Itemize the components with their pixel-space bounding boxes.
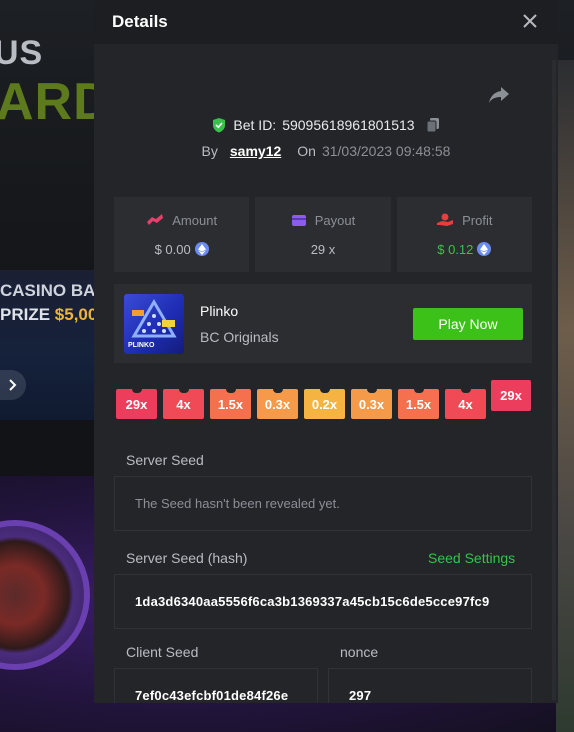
share-button[interactable] (488, 86, 512, 106)
chevron-right-icon (9, 379, 17, 391)
copy-icon[interactable] (425, 117, 441, 133)
modal-title: Details (112, 12, 168, 31)
multiplier-chip: 0.2x (304, 389, 345, 419)
eth-coin-icon (194, 242, 209, 256)
profit-icon (437, 213, 454, 226)
thumb-label: PLINKO (128, 342, 155, 349)
payout-label: Payout (314, 212, 356, 228)
by-label: By (201, 143, 218, 159)
banner-prize-value: $5,00 (54, 305, 98, 324)
bet-stats: Amount $ 0.00 Payout 29 x Profit $ 0.12 (114, 197, 532, 272)
modal-header: Details (94, 0, 558, 44)
game-card: PLINKO Plinko BC Originals Play Now (114, 284, 532, 363)
close-icon (523, 14, 537, 28)
close-button[interactable] (520, 12, 540, 32)
multiplier-row: 29x 4x 1.5x 0.3x 0.2x 0.3x 1.5x 4x 29x (116, 380, 536, 420)
nonce-field[interactable]: 297 (328, 668, 532, 703)
client-seed-field[interactable]: 7ef0c43efcbf01de84f26e (114, 668, 318, 703)
amount-value: $ 0.00 (154, 241, 191, 257)
details-modal: Details Bet ID: 59095618961801513 By sam… (94, 0, 558, 703)
play-now-button[interactable]: Play Now (413, 308, 523, 340)
multiplier-chip: 0.3x (257, 389, 298, 419)
bet-id-row: Bet ID: 59095618961801513 (94, 117, 558, 133)
profit-stat: Profit $ 0.12 (396, 197, 532, 272)
shield-check-icon (213, 118, 226, 133)
multiplier-chip: 29x (491, 380, 531, 411)
server-seed-hash-field[interactable]: 1da3d6340aa5556f6ca3b1369337a45cb15c6de5… (114, 574, 532, 629)
client-seed-label: Client Seed (126, 644, 199, 660)
wallet-icon (291, 215, 306, 226)
payout-stat: Payout 29 x (255, 197, 391, 272)
eth-coin-icon (477, 242, 492, 256)
amount-stat: Amount $ 0.00 (114, 197, 250, 272)
game-name: Plinko (200, 303, 239, 319)
amount-label: Amount (172, 212, 218, 228)
multiplier-chip: 1.5x (398, 389, 439, 419)
seed-settings-link[interactable]: Seed Settings (428, 550, 515, 566)
multiplier-chip: 0.3x (351, 389, 392, 419)
multiplier-chip: 29x (116, 389, 157, 419)
banner-prize-label: PRIZE (0, 305, 51, 324)
server-seed-field[interactable]: The Seed hasn't been revealed yet. (114, 476, 532, 531)
on-label: On (297, 143, 316, 159)
payout-value: 29 x (310, 241, 336, 257)
plinko-thumbnail[interactable]: PLINKO (124, 294, 184, 354)
share-icon (489, 87, 509, 103)
multiplier-chip: 1.5x (210, 389, 251, 419)
username-link[interactable]: samy12 (230, 143, 281, 159)
bet-id-value: 59095618961801513 (282, 117, 415, 133)
profit-label: Profit (462, 212, 493, 228)
server-seed-label: Server Seed (126, 452, 204, 468)
multiplier-chip: 4x (445, 389, 486, 419)
banner-title: CASINO BAT (0, 281, 105, 300)
modal-scrollbar[interactable] (552, 60, 556, 700)
bet-author-row: By samy12 On 31/03/2023 09:48:58 (94, 143, 558, 159)
multiplier-chip: 4x (163, 389, 204, 419)
right-edge-banner (556, 60, 574, 732)
bet-id-label: Bet ID: (233, 117, 277, 133)
profit-value: $ 0.12 (437, 241, 474, 257)
nonce-label: nonce (340, 644, 379, 660)
hero-text-top: US (0, 34, 44, 72)
bet-datetime: 31/03/2023 09:48:58 (321, 143, 451, 159)
banner-prize: PRIZE $5,00 (0, 305, 97, 325)
server-seed-hash-label: Server Seed (hash) (126, 550, 248, 566)
game-provider: BC Originals (200, 329, 279, 345)
amount-icon (147, 214, 164, 225)
